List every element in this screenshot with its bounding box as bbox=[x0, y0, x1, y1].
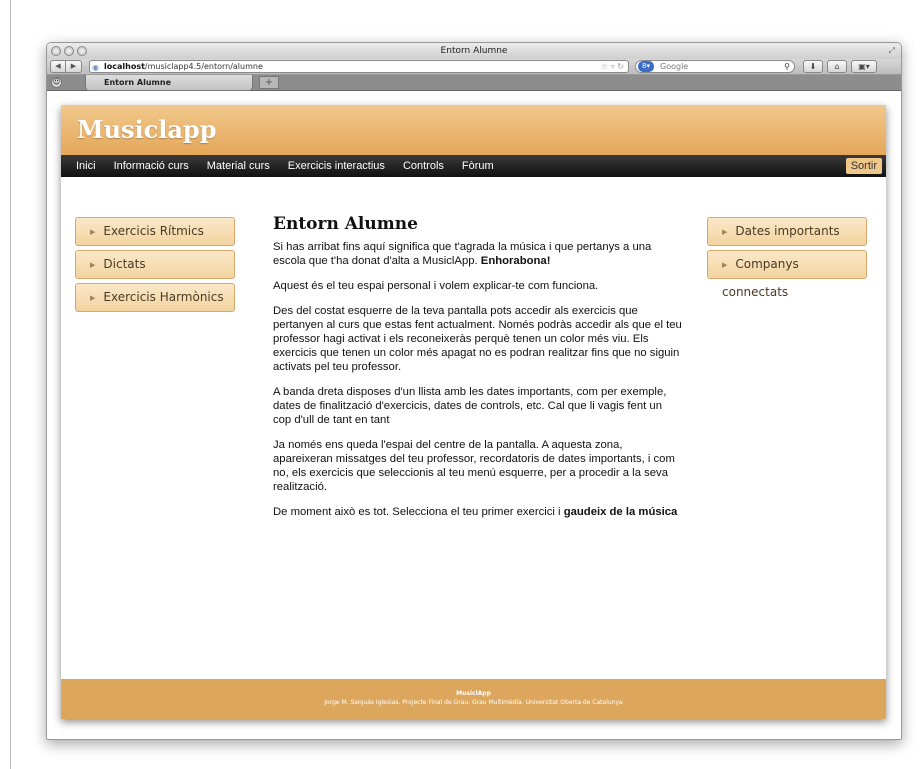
reload-icon[interactable]: ↻ bbox=[617, 62, 624, 71]
menu-item-controls[interactable]: Controls bbox=[403, 160, 444, 172]
paragraph-3: Des del costat esquerre de la teva panta… bbox=[273, 305, 682, 373]
search-box[interactable]: 8▾ Google ⚲ bbox=[635, 60, 795, 73]
intro-text: Si has arribat fins aquí significa que t… bbox=[273, 241, 652, 267]
triangle-right-icon: ▶ bbox=[722, 261, 728, 269]
triangle-right-icon: ▶ bbox=[90, 261, 96, 269]
forward-button[interactable]: ▶ bbox=[66, 60, 82, 73]
site-footer: MusiclApp Jorge M. Sanjuás Iglesias. Pro… bbox=[61, 679, 886, 719]
menu-item-inici[interactable]: Inici bbox=[76, 160, 96, 172]
sidebar-item-label: Exercicis Harmònics bbox=[103, 290, 224, 304]
content-area: ▶ Exercicis Rítmics ▶ Dictats ▶ Exercicis H… bbox=[61, 177, 886, 690]
window-titlebar: Entorn Alumne ⤢ bbox=[47, 43, 901, 59]
paragraph-4: A banda dreta disposes d'un llista amb l… bbox=[273, 386, 667, 426]
tab-group-icon[interactable]: ☺ bbox=[51, 77, 62, 88]
closing-bold: gaudeix de la música bbox=[563, 506, 678, 518]
fullscreen-icon[interactable]: ⤢ bbox=[889, 43, 895, 59]
history-dropdown-icon[interactable]: ▿ bbox=[611, 62, 615, 71]
sidebar-item-label: Dictats bbox=[103, 257, 146, 271]
right-sidebar: ▶ Dates importants ▶ Companys connectats bbox=[707, 217, 867, 299]
url-host: localhost bbox=[104, 62, 145, 71]
page-viewport: Musiclapp Inici Informació curs Material… bbox=[47, 91, 901, 739]
closing-text: De moment això es tot. Selecciona el teu… bbox=[273, 506, 564, 518]
triangle-right-icon: ▶ bbox=[722, 228, 728, 236]
closing-paragraph: De moment això es tot. Selecciona el teu… bbox=[273, 505, 683, 519]
tab-title: Entorn Alumne bbox=[104, 78, 171, 87]
menu-item-material-curs[interactable]: Material curs bbox=[207, 160, 270, 172]
url-path: /musiclapp4.5/entorn/alumne bbox=[144, 62, 263, 71]
menu-button[interactable]: ▣▾ bbox=[851, 60, 877, 73]
search-placeholder: Google bbox=[660, 62, 689, 71]
sidebar-item-dates-importants[interactable]: ▶ Dates importants bbox=[707, 217, 867, 246]
address-bar[interactable]: ◉ localhost/musiclapp4.5/entorn/alumne ☆ … bbox=[89, 60, 629, 73]
page-title: Entorn Alumne bbox=[273, 214, 418, 234]
sidebar-item-label: Exercicis Rítmics bbox=[103, 224, 204, 238]
window-controls bbox=[51, 46, 87, 56]
downloads-button[interactable]: ⬇ bbox=[803, 60, 823, 73]
sidebar-item-exercicis-ritmics[interactable]: ▶ Exercicis Rítmics bbox=[75, 217, 235, 246]
logout-button[interactable]: Sortir bbox=[845, 158, 882, 174]
paragraph-5: Ja només ens queda l'espai del centre de… bbox=[273, 439, 675, 493]
triangle-right-icon: ▶ bbox=[90, 228, 96, 236]
menu-item-informacio-curs[interactable]: Informació curs bbox=[114, 160, 189, 172]
minimize-window-button[interactable] bbox=[64, 46, 74, 56]
search-engine-icon[interactable]: 8▾ bbox=[638, 61, 654, 72]
new-tab-button[interactable]: + bbox=[259, 76, 279, 89]
window-title: Entorn Alumne bbox=[440, 46, 508, 56]
site-logo[interactable]: Musiclapp bbox=[77, 115, 886, 144]
back-button[interactable]: ◀ bbox=[50, 60, 66, 73]
paragraph-2: Aquest és el teu espai personal i volem … bbox=[273, 280, 599, 292]
sidebar-item-companys-connectats[interactable]: ▶ Companys connectats bbox=[707, 250, 867, 299]
home-button[interactable]: ⌂ bbox=[827, 60, 847, 73]
browser-toolbar: ◀ ▶ ◉ localhost/musiclapp4.5/entorn/alumn… bbox=[47, 59, 901, 75]
page-divider bbox=[10, 0, 11, 769]
footer-app-name: MusiclApp bbox=[456, 690, 491, 697]
bookmark-star-icon[interactable]: ☆ bbox=[601, 62, 608, 71]
globe-icon: ◉ bbox=[92, 63, 99, 72]
sidebar-item-dictats[interactable]: ▶ Dictats bbox=[75, 250, 235, 279]
browser-window: Entorn Alumne ⤢ ◀ ▶ ◉ localhost/musiclapp… bbox=[46, 42, 902, 740]
sidebar-item-label: Dates importants bbox=[735, 224, 840, 238]
search-icon[interactable]: ⚲ bbox=[784, 61, 790, 72]
browser-tab[interactable]: Entorn Alumne bbox=[85, 75, 253, 91]
tab-bar: ☺ Entorn Alumne + bbox=[47, 75, 901, 91]
sidebar-item-exercicis-harmonics[interactable]: ▶ Exercicis Harmònics bbox=[75, 283, 235, 312]
close-window-button[interactable] bbox=[51, 46, 61, 56]
zoom-window-button[interactable] bbox=[77, 46, 87, 56]
intro-paragraph: Si has arribat fins aquí significa que t… bbox=[273, 240, 683, 268]
intro-bold: Enhorabona! bbox=[480, 255, 551, 267]
main-menu: Inici Informació curs Material curs Exer… bbox=[61, 155, 886, 177]
triangle-right-icon: ▶ bbox=[90, 294, 96, 302]
site-container: Musiclapp Inici Informació curs Material… bbox=[61, 105, 886, 719]
sidebar-item-label: Companys connectats bbox=[722, 257, 799, 299]
menu-item-forum[interactable]: Fòrum bbox=[462, 160, 494, 172]
left-sidebar: ▶ Exercicis Rítmics ▶ Dictats ▶ Exercicis H… bbox=[75, 217, 235, 316]
site-header: Musiclapp bbox=[61, 105, 886, 155]
footer-credit: Jorge M. Sanjuás Iglesias. Projecte Fina… bbox=[324, 699, 623, 706]
main-content: Entorn Alumne Si has arribat fins aquí s… bbox=[273, 214, 683, 530]
menu-item-exercicis-interactius[interactable]: Exercicis interactius bbox=[288, 160, 385, 172]
